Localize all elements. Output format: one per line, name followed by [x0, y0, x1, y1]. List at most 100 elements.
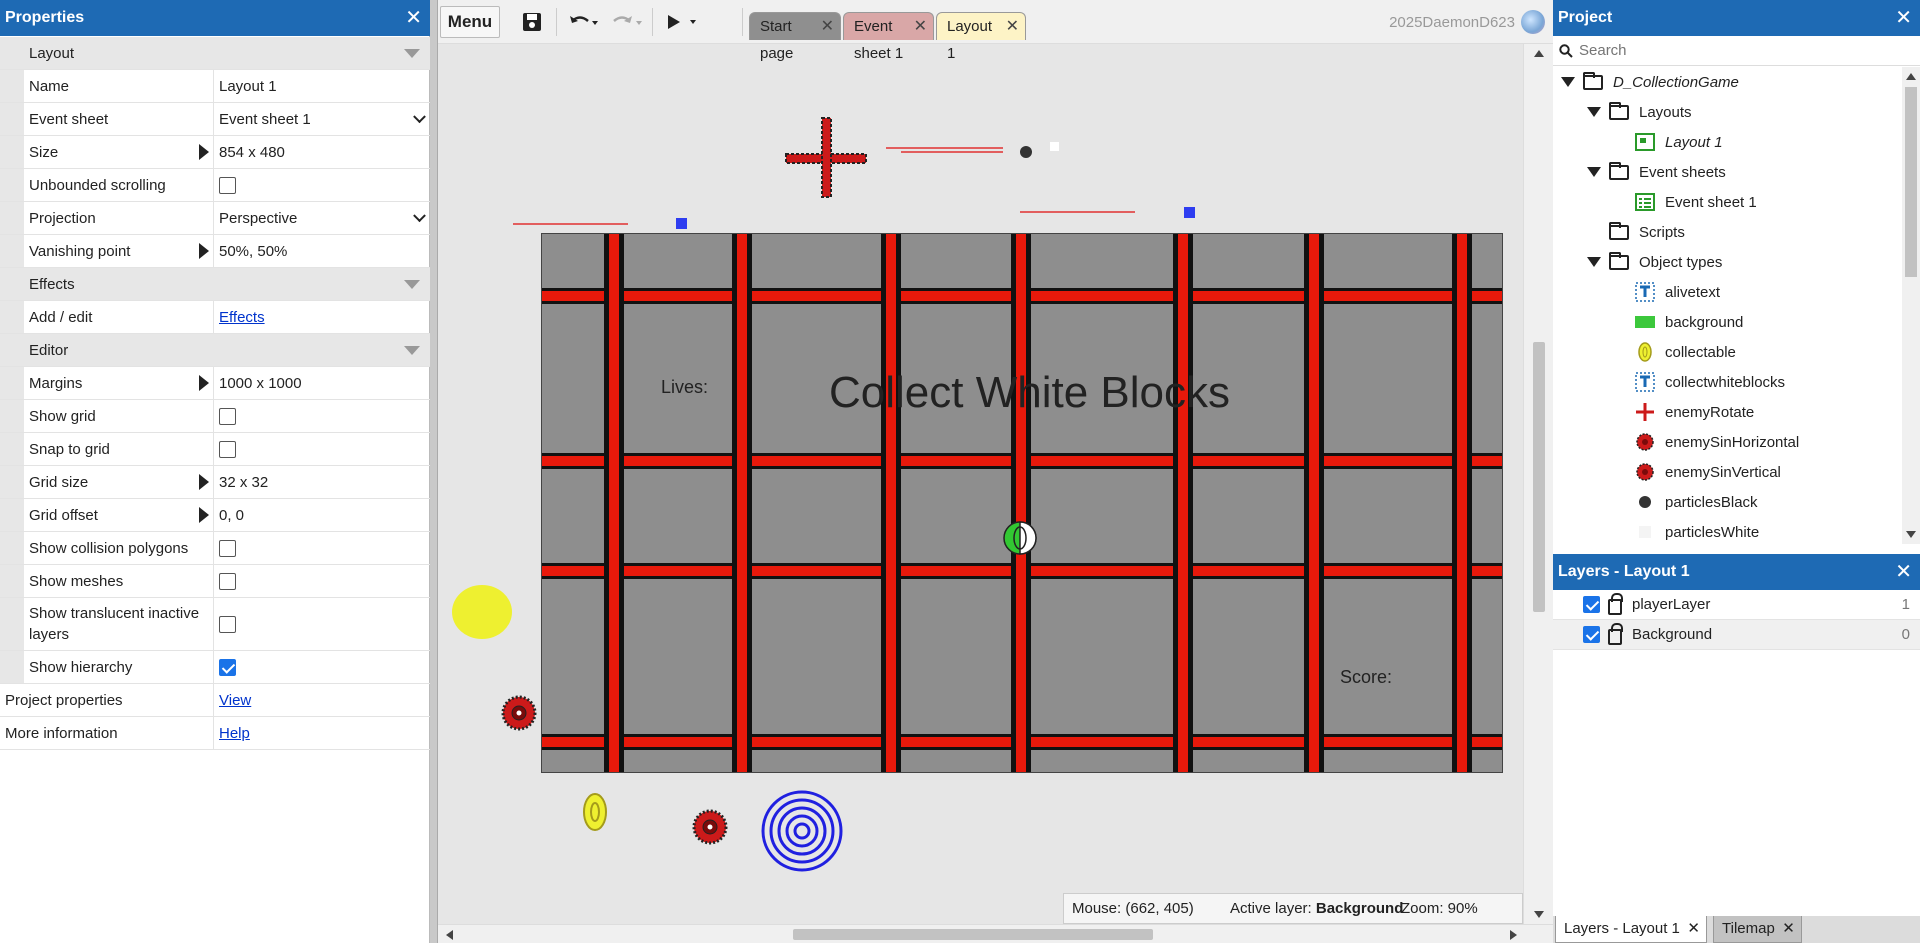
property-checkbox[interactable] — [219, 615, 236, 633]
close-icon[interactable]: ✕ — [1895, 0, 1912, 36]
property-value[interactable]: 32 x 32 — [214, 466, 430, 498]
layer-row[interactable]: Background 0 — [1553, 620, 1920, 650]
unlocked-icon[interactable] — [1608, 622, 1623, 645]
expand-arrow-icon[interactable] — [199, 144, 209, 160]
layout-icon — [1635, 133, 1655, 151]
property-value[interactable]: Layout 1 — [214, 70, 430, 102]
layer-row[interactable]: playerLayer 1 — [1553, 590, 1920, 620]
tree-item-object[interactable]: particlesBlack — [1635, 487, 1758, 517]
section-label: Layout — [29, 44, 75, 62]
folder-icon — [1609, 251, 1629, 270]
property-value[interactable]: 1000 x 1000 — [214, 367, 430, 399]
undo-icon[interactable] — [566, 6, 600, 38]
property-checkbox[interactable] — [219, 440, 236, 458]
title-text[interactable]: Collect White Blocks — [829, 368, 1230, 418]
property-checkbox[interactable] — [219, 572, 236, 590]
property-checkbox[interactable] — [219, 658, 236, 676]
tree-folder-scripts[interactable]: Scripts — [1609, 217, 1685, 247]
project-tree-scrollbar[interactable] — [1902, 67, 1920, 544]
user-name[interactable]: 2025DaemonD623 — [1389, 14, 1515, 31]
property-section[interactable]: Layout — [0, 37, 430, 70]
close-icon[interactable]: ✕ — [821, 13, 834, 40]
property-link[interactable]: View — [219, 692, 251, 709]
property-link[interactable]: Effects — [219, 309, 265, 326]
enemy-sin-icon — [1636, 463, 1654, 481]
layer-visible-checkbox[interactable] — [1583, 626, 1600, 643]
layer-name: Background — [1632, 626, 1713, 643]
horizontal-scrollbar[interactable] — [438, 924, 1553, 943]
property-row: Show hierarchy — [0, 651, 430, 684]
expand-icon[interactable] — [1587, 257, 1601, 267]
enemy-rotate-sprite — [785, 117, 867, 198]
tree-root[interactable]: D_CollectionGame — [1561, 67, 1739, 97]
tree-item-layout[interactable]: Layout 1 — [1635, 127, 1723, 157]
expand-arrow-icon[interactable] — [199, 243, 209, 259]
close-icon[interactable]: ✕ — [1782, 916, 1795, 942]
close-icon[interactable]: ✕ — [1895, 554, 1912, 590]
property-section[interactable]: Effects — [0, 268, 430, 301]
tree-item-event-sheet[interactable]: Event sheet 1 — [1635, 187, 1757, 217]
expand-icon[interactable] — [1587, 167, 1601, 177]
enemy-sin-icon — [1636, 433, 1654, 451]
layout-canvas[interactable]: Lives: Collect White Blocks Score: — [438, 44, 1523, 924]
property-value[interactable]: 0, 0 — [214, 499, 430, 531]
tab-event-sheet-1[interactable]: Event sheet 1 ✕ — [843, 12, 934, 62]
layer-visible-checkbox[interactable] — [1583, 596, 1600, 613]
property-select[interactable]: Event sheet 1 — [214, 103, 430, 135]
lives-text[interactable]: Lives: — [661, 377, 708, 398]
save-icon[interactable] — [518, 6, 546, 38]
tree-folder-layouts[interactable]: Layouts — [1587, 97, 1692, 127]
mouse-position: Mouse: (662, 405) — [1072, 900, 1194, 917]
collapse-icon[interactable] — [404, 280, 420, 289]
expand-arrow-icon[interactable] — [199, 507, 209, 523]
tree-folder-event-sheets[interactable]: Event sheets — [1587, 157, 1726, 187]
run-preview-icon[interactable] — [662, 6, 702, 38]
property-row: Show grid — [0, 400, 430, 433]
tree-item-object[interactable]: particlesWhite — [1635, 517, 1759, 544]
property-label: Vanishing point — [24, 235, 214, 267]
close-icon[interactable]: ✕ — [405, 0, 422, 36]
property-value[interactable]: 50%, 50% — [214, 235, 430, 267]
close-icon[interactable]: ✕ — [1006, 13, 1019, 40]
property-row: More information Help — [0, 717, 430, 750]
menu-button[interactable]: Menu — [440, 6, 500, 38]
bottom-tab[interactable]: Tilemap ✕ — [1713, 916, 1802, 943]
left-splitter[interactable] — [430, 0, 438, 943]
bottom-tab[interactable]: Layers - Layout 1 ✕ — [1555, 916, 1707, 943]
tree-folder-object-types[interactable]: Object types — [1587, 247, 1722, 277]
layout-area[interactable]: Lives: Collect White Blocks Score: — [541, 233, 1503, 773]
close-icon[interactable]: ✕ — [914, 13, 927, 40]
tree-item-object[interactable]: background — [1635, 307, 1743, 337]
score-text[interactable]: Score: — [1340, 667, 1392, 688]
tree-item-object[interactable]: enemyRotate — [1635, 397, 1754, 427]
tree-item-object[interactable]: collectable — [1635, 337, 1736, 367]
tab-start-page[interactable]: Start page ✕ — [749, 12, 841, 62]
property-select[interactable]: Perspective — [214, 202, 430, 234]
search-input[interactable] — [1579, 42, 1879, 59]
expand-arrow-icon[interactable] — [199, 474, 209, 490]
tree-item-object[interactable]: collectwhiteblocks — [1635, 367, 1785, 397]
collapse-icon[interactable] — [404, 346, 420, 355]
expand-icon[interactable] — [1587, 107, 1601, 117]
property-label: Size — [24, 136, 214, 168]
property-checkbox[interactable] — [219, 407, 236, 425]
property-value[interactable]: 854 x 480 — [214, 136, 430, 168]
tree-item-object[interactable]: enemySinVertical — [1635, 457, 1781, 487]
project-search — [1553, 36, 1920, 66]
vertical-scrollbar[interactable] — [1523, 44, 1553, 924]
property-checkbox[interactable] — [219, 176, 236, 194]
property-checkbox[interactable] — [219, 539, 236, 557]
tab-layout-1[interactable]: Layout 1 ✕ — [936, 12, 1026, 62]
property-link[interactable]: Help — [219, 725, 250, 742]
collapse-icon[interactable] — [404, 49, 420, 58]
tree-item-object[interactable]: alivetext — [1635, 277, 1720, 307]
unlocked-icon[interactable] — [1608, 592, 1623, 615]
close-icon[interactable]: ✕ — [1687, 916, 1700, 942]
tree-item-object[interactable]: enemySinHorizontal — [1635, 427, 1799, 457]
layers-panel: Layers - Layout 1 ✕ playerLayer 1 Backgrou… — [1553, 554, 1920, 943]
property-section[interactable]: Editor — [0, 334, 430, 367]
redo-icon[interactable] — [610, 6, 644, 38]
expand-arrow-icon[interactable] — [199, 375, 209, 391]
avatar[interactable] — [1521, 10, 1545, 34]
expand-icon[interactable] — [1561, 77, 1575, 87]
